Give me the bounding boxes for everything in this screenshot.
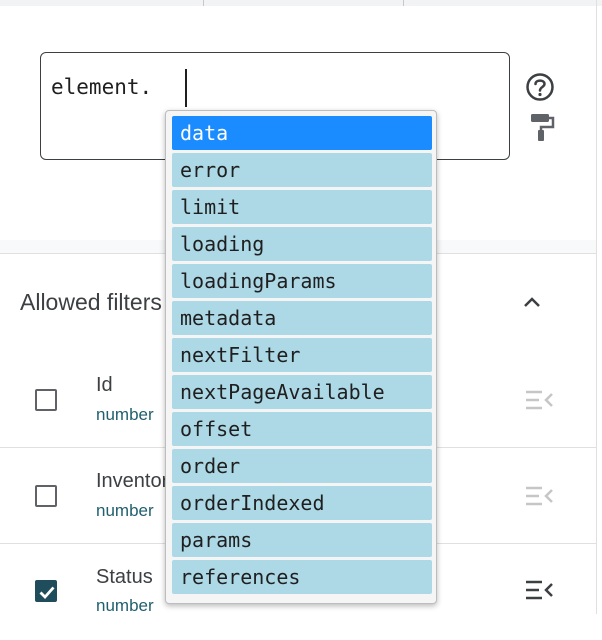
- paint-roller-icon[interactable]: [529, 112, 555, 142]
- filter-checkbox[interactable]: [35, 389, 57, 411]
- check-icon: [39, 586, 55, 600]
- help-circle-icon[interactable]: [525, 72, 555, 102]
- autocomplete-item-params[interactable]: params: [172, 523, 432, 557]
- autocomplete-item-loading-params[interactable]: loadingParams: [172, 264, 432, 298]
- filter-field-type: number: [96, 596, 154, 615]
- filter-checkbox[interactable]: [35, 485, 57, 507]
- autocomplete-item-data[interactable]: data: [172, 116, 432, 150]
- tab-divider: [203, 0, 204, 6]
- reorder-icon[interactable]: [525, 484, 555, 508]
- autocomplete-dropdown: data error limit loading loadingParams m…: [165, 110, 437, 604]
- autocomplete-item-loading[interactable]: loading: [172, 227, 432, 261]
- filter-checkbox[interactable]: [35, 580, 57, 602]
- autocomplete-item-offset[interactable]: offset: [172, 412, 432, 446]
- filter-field-type: number: [96, 501, 154, 520]
- allowed-filters-title: Allowed filters: [20, 289, 162, 315]
- text-caret: [185, 69, 187, 107]
- autocomplete-item-next-page-available[interactable]: nextPageAvailable: [172, 375, 432, 409]
- autocomplete-item-metadata[interactable]: metadata: [172, 301, 432, 335]
- autocomplete-item-next-filter[interactable]: nextFilter: [172, 338, 432, 372]
- autocomplete-item-references[interactable]: references: [172, 560, 432, 594]
- autocomplete-item-limit[interactable]: limit: [172, 190, 432, 224]
- autocomplete-item-order-indexed[interactable]: orderIndexed: [172, 486, 432, 520]
- tab-bar: [0, 0, 602, 6]
- filter-field-name: Id: [96, 374, 113, 396]
- filter-field-type: number: [96, 405, 154, 424]
- reorder-icon[interactable]: [525, 388, 555, 412]
- chevron-up-icon[interactable]: [520, 290, 544, 314]
- autocomplete-item-error[interactable]: error: [172, 153, 432, 187]
- filter-field-name: Status: [96, 566, 153, 588]
- tab-divider: [403, 0, 404, 6]
- autocomplete-item-order[interactable]: order: [172, 449, 432, 483]
- reorder-icon[interactable]: [525, 578, 555, 602]
- panel-edge: [596, 0, 597, 614]
- editor-text[interactable]: element.: [51, 75, 152, 99]
